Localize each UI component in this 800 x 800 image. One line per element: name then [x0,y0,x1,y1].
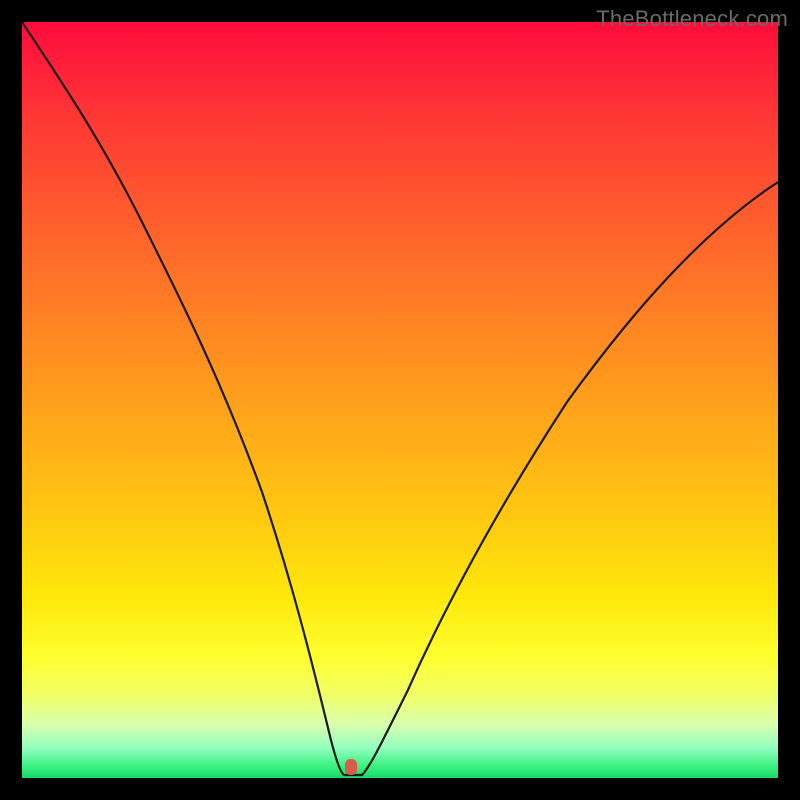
optimal-marker [345,759,357,775]
bottleneck-curve [22,22,778,778]
watermark-text: TheBottleneck.com [596,6,788,32]
curve-path [22,22,778,775]
chart-frame: TheBottleneck.com [0,0,800,800]
